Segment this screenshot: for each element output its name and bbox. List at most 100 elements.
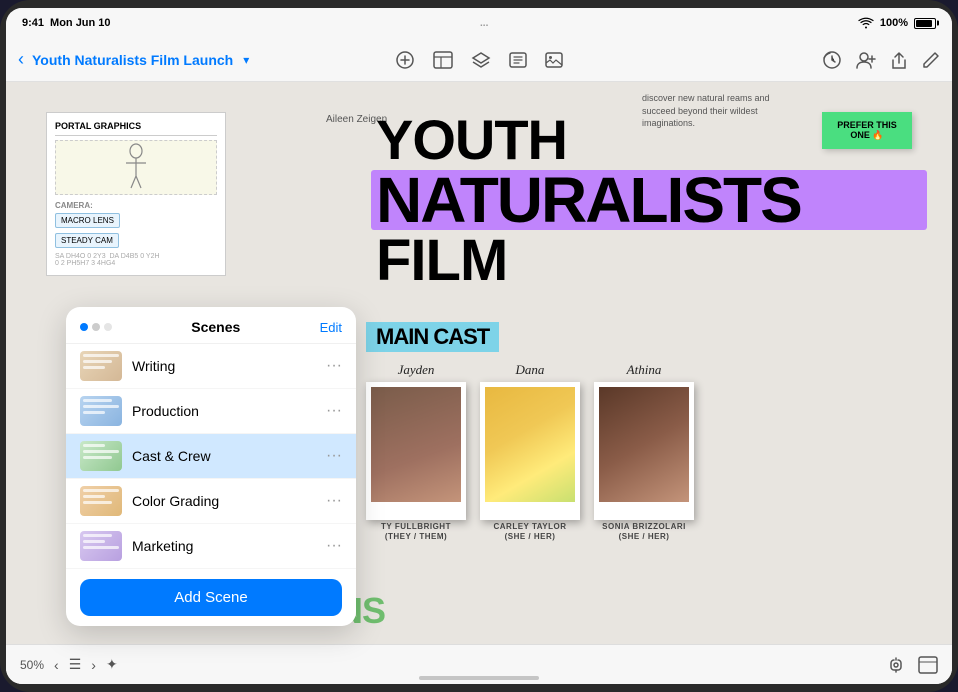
thumbnail-marketing [80,531,122,561]
photo-ty [371,387,461,502]
scene-more-color[interactable]: ··· [326,492,342,510]
link-icon[interactable] [886,656,906,674]
bottom-right [886,656,938,674]
lens-option-1: MACRO LENS [55,213,120,228]
bottom-left: 50% ‹ ☰ › ✦ [20,656,118,673]
photo-sonia [599,387,689,502]
dot-3 [104,323,112,331]
cast-script-name-2: Dana [516,362,545,378]
cast-full-name-1: TY FULLBRIGHT (THEY / THEM) [381,522,451,543]
cast-member-1: Jayden TY FULLBRIGHT (THEY / THEM) [366,362,466,543]
status-bar-left: 9:41 Mon Jun 10 [22,17,111,29]
scenes-dots [80,323,112,331]
layout-icon[interactable] [433,51,453,69]
scene-name-cast: Cast & Crew [132,448,316,464]
scene-more-marketing[interactable]: ··· [326,537,342,555]
nav-back-button[interactable]: ‹ [54,657,59,673]
scene-more-cast[interactable]: ··· [326,447,342,465]
cast-member-2: Dana CARLEY TAYLOR (SHE / HER) [480,362,580,543]
scene-name-marketing: Marketing [132,538,316,554]
add-element-icon[interactable] [395,50,415,70]
thumbnail-writing [80,351,122,381]
sketch-card-title: PORTAL GRAPHICS [55,121,217,136]
cast-section: Main Cast Jayden TY FULLBRIGHT (THEY / T… [366,322,942,543]
dot-1 [80,323,88,331]
document-title: Youth Naturalists Film Launch [32,52,233,68]
scene-item-cast-crew[interactable]: Cast & Crew ··· [66,434,356,479]
cast-member-3: Athina SONIA BRIZZOLARI (SHE / HER) [594,362,694,543]
scenes-edit-button[interactable]: Edit [320,320,342,335]
scene-item-production[interactable]: Production ··· [66,389,356,434]
scenes-title: Scenes [191,319,240,335]
status-bar-right: 100% [858,17,936,29]
dot-2 [92,323,100,331]
cast-pronoun-3: (SHE / HER) [619,532,670,541]
cast-name-caps-3: SONIA BRIZZOLARI [602,522,686,531]
polaroids-row: Jayden TY FULLBRIGHT (THEY / THEM) Dana [366,362,942,543]
back-button[interactable]: ‹ [18,49,24,70]
thumbnail-cast [80,441,122,471]
title-naturalists-wrap: NATURALISTS [376,168,922,232]
title-film: FILM [376,232,922,290]
cast-pronoun-2: (SHE / HER) [505,532,556,541]
cast-pronoun-1: (THEY / THEM) [385,532,447,541]
scene-more-production[interactable]: ··· [326,402,342,420]
edit-icon[interactable] [922,51,940,69]
status-dots: ... [480,18,488,29]
scene-item-marketing[interactable]: Marketing ··· [66,524,356,569]
ipad-frame: 9:41 Mon Jun 10 ... 100% [0,0,958,692]
camera-label: CAMERA: [55,201,217,210]
toolbar: ‹ Youth Naturalists Film Launch ▾ [6,38,952,82]
scenes-header: Scenes Edit [66,307,356,344]
nav-forward-button[interactable]: › [91,657,96,673]
scenes-panel: Scenes Edit Writing ··· [66,307,356,626]
status-bar-center: ... [480,18,488,29]
polaroid-1 [366,382,466,520]
thumbnail-production [80,396,122,426]
cast-script-name-1: Jayden [398,362,435,378]
layers-icon[interactable] [471,51,491,69]
cast-full-name-2: CARLEY TAYLOR (SHE / HER) [493,522,566,543]
cast-script-name-3: Athina [627,362,662,378]
toolbar-center [395,50,563,70]
home-indicator [419,676,539,680]
battery-pct: 100% [880,17,908,29]
add-scene-button[interactable]: Add Scene [80,579,342,616]
ipad-screen: 9:41 Mon Jun 10 ... 100% [6,8,952,684]
thumbnail-color [80,486,122,516]
list-view-button[interactable]: ☰ [69,656,82,673]
polaroid-3 [594,382,694,520]
scene-item-writing[interactable]: Writing ··· [66,344,356,389]
person-add-icon[interactable] [856,51,876,69]
wifi-icon [858,17,874,29]
cast-name-caps-2: CARLEY TAYLOR [493,522,566,531]
sketch-card: PORTAL GRAPHICS CAMERA: MACRO LENS STEAD… [46,112,226,276]
title-chevron[interactable]: ▾ [243,53,249,67]
battery-fill [916,20,932,27]
scene-name-writing: Writing [132,358,316,374]
main-cast-tag: Main Cast [366,322,499,352]
scene-name-color: Color Grading [132,493,316,509]
title-youth: YOUTH [376,112,922,168]
scene-name-production: Production [132,403,316,419]
title-overlay: YOUTH NATURALISTS FILM [376,112,922,290]
scene-more-writing[interactable]: ··· [326,357,342,375]
cast-name-caps-1: TY FULLBRIGHT [381,522,451,531]
share-icon[interactable] [890,50,908,70]
star-button[interactable]: ✦ [106,656,118,673]
cast-full-name-3: SONIA BRIZZOLARI (SHE / HER) [602,522,686,543]
scene-item-color-grading[interactable]: Color Grading ··· [66,479,356,524]
status-bar: 9:41 Mon Jun 10 ... 100% [6,8,952,38]
image-icon[interactable] [545,52,563,68]
time: 9:41 [22,17,44,29]
toolbar-left: ‹ Youth Naturalists Film Launch ▾ [18,49,395,70]
toolbar-right [563,50,940,70]
view-mode-icon[interactable] [918,656,938,674]
lens-option-2: STEADY CAM [55,233,119,248]
text-icon[interactable] [509,51,527,69]
battery-icon [914,18,936,29]
date: Mon Jun 10 [50,17,111,29]
polaroid-2 [480,382,580,520]
history-icon[interactable] [822,50,842,70]
main-content: PORTAL GRAPHICS CAMERA: MACRO LENS STEAD… [6,82,952,684]
